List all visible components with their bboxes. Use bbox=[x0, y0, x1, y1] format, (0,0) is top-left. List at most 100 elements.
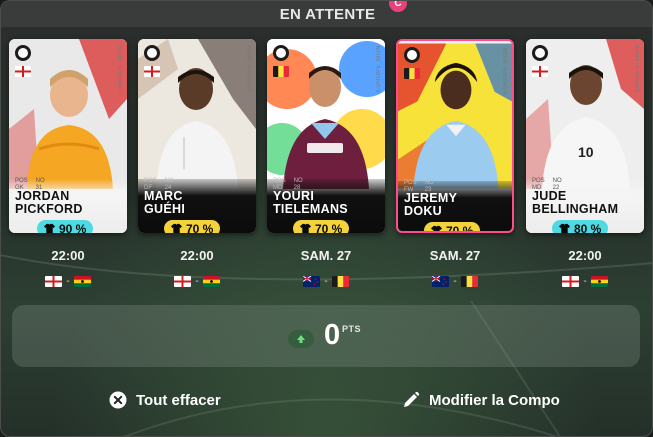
ownership-pill: 80 % bbox=[552, 220, 609, 234]
player-name: MARC GUÉHI bbox=[144, 190, 185, 216]
shirt-icon bbox=[300, 223, 311, 233]
player-name: JEREMY DOKU bbox=[404, 192, 457, 218]
svg-text:10: 10 bbox=[578, 144, 594, 160]
player-card-bellingham[interactable]: 10 EUROPE SIGN POS MD NO 22 JUDE BELLINGHA… bbox=[526, 39, 644, 233]
fixture-flags: - bbox=[267, 276, 385, 287]
ownership-pill: 70 % bbox=[164, 220, 221, 234]
belgium-flag-icon bbox=[331, 276, 349, 287]
clear-all-label: Tout effacer bbox=[136, 391, 221, 409]
card-brand: EUROPE SIGN bbox=[503, 47, 509, 95]
arrow-up-icon bbox=[297, 335, 305, 343]
ownership-percent: 80 % bbox=[574, 221, 602, 234]
edit-lineup-label: Modifier la Compo bbox=[429, 391, 560, 409]
ownership-percent: 70 % bbox=[186, 221, 214, 234]
player-last-name: BELLINGHAM bbox=[532, 202, 619, 216]
match-time: SAM. 27 bbox=[429, 248, 481, 263]
trend-badge bbox=[288, 330, 314, 348]
fixture-separator: - bbox=[195, 276, 199, 287]
england-flag-icon bbox=[15, 66, 31, 77]
shirt-icon bbox=[559, 223, 570, 233]
close-circle-icon bbox=[109, 391, 127, 409]
england-flag-icon bbox=[45, 276, 63, 287]
player-card-doku[interactable]: EUROPE SIGN POS FW NO 23 JEREMY DOKU 70 % bbox=[396, 39, 514, 233]
player-photo: 10 bbox=[526, 39, 644, 189]
england-flag-icon bbox=[144, 66, 160, 77]
shirt-icon bbox=[171, 223, 182, 233]
league-icon bbox=[15, 45, 31, 61]
ownership-percent: 70 % bbox=[315, 221, 343, 234]
belgium-flag-icon bbox=[460, 276, 478, 287]
num-label: NO bbox=[35, 178, 45, 184]
match-time: 22:00 bbox=[51, 248, 85, 263]
pos-label: POS bbox=[15, 178, 28, 184]
fixture-separator: - bbox=[324, 276, 328, 287]
card-brand: EUROPE SIGN bbox=[376, 45, 382, 93]
league-icon bbox=[532, 45, 548, 61]
match-flags: - - - - - bbox=[1, 276, 652, 292]
pencil-icon bbox=[404, 391, 420, 407]
fixture-separator: - bbox=[66, 276, 70, 287]
player-last-name: PICKFORD bbox=[15, 202, 83, 216]
player-card-guehi[interactable]: EUROPE SIGN POS DF NO 24 MARC GUÉHI 70 % bbox=[138, 39, 256, 233]
league-icon bbox=[144, 45, 160, 61]
belgium-flag-icon bbox=[273, 66, 289, 77]
ghana-flag-icon bbox=[73, 276, 91, 287]
player-name: JORDAN PICKFORD bbox=[15, 190, 83, 216]
ownership-percent: 70 % bbox=[446, 223, 474, 233]
shirt-icon bbox=[431, 225, 442, 231]
ownership-pill: 90 % bbox=[37, 220, 94, 234]
player-card-pickford[interactable]: EUROPE SIGN POS GK NO 31 JORDAN PICKFORD 9… bbox=[9, 39, 127, 233]
fixture-flags: - bbox=[138, 276, 256, 287]
ownership-pill: 70 % bbox=[424, 222, 481, 233]
match-time: SAM. 27 bbox=[300, 248, 352, 263]
player-photo bbox=[9, 39, 127, 189]
shirt-icon bbox=[44, 223, 55, 233]
num-label: NO bbox=[293, 178, 303, 184]
pos-label: POS bbox=[532, 178, 545, 184]
card-brand: EUROPE SIGN bbox=[247, 45, 253, 93]
player-card-tielemans[interactable]: EUROPE SIGN POS MD NO 28 YOURI TIELEMANS 7… bbox=[267, 39, 385, 233]
match-time: 22:00 bbox=[180, 248, 214, 263]
edit-lineup-button[interactable]: Modifier la Compo bbox=[402, 391, 560, 409]
belgium-flag-icon bbox=[404, 68, 420, 79]
england-flag-icon bbox=[174, 276, 192, 287]
player-last-name: TIELEMANS bbox=[273, 202, 348, 216]
league-icon bbox=[404, 47, 420, 63]
score-value: 0 bbox=[324, 319, 341, 351]
player-last-name: DOKU bbox=[404, 204, 443, 218]
match-times: 22:00 22:00 SAM. 27 SAM. 27 22:00 bbox=[1, 248, 652, 266]
pos-label: POS bbox=[273, 178, 286, 184]
pos-label: POS bbox=[144, 178, 157, 184]
player-name: JUDE BELLINGHAM bbox=[532, 190, 618, 216]
status-title: EN ATTENTE bbox=[1, 1, 652, 27]
player-photo bbox=[267, 39, 385, 189]
league-icon bbox=[273, 45, 289, 61]
num-label: NO bbox=[552, 178, 562, 184]
player-last-name: GUÉHI bbox=[144, 202, 186, 216]
fixture-flags: - bbox=[396, 276, 514, 287]
player-photo bbox=[138, 39, 256, 189]
ownership-pill: 70 % bbox=[293, 220, 350, 234]
ownership-percent: 90 % bbox=[59, 221, 87, 234]
player-name: YOURI TIELEMANS bbox=[273, 190, 348, 216]
num-label: NO bbox=[164, 178, 174, 184]
england-flag-icon bbox=[532, 66, 548, 77]
new-zealand-flag-icon bbox=[303, 276, 321, 287]
player-cards: EUROPE SIGN POS GK NO 31 JORDAN PICKFORD 9… bbox=[1, 39, 652, 239]
england-flag-icon bbox=[562, 276, 580, 287]
card-brand: EUROPE SIGN bbox=[118, 45, 124, 93]
fixture-separator: - bbox=[583, 276, 587, 287]
num-label: NO bbox=[424, 180, 434, 186]
ghana-flag-icon bbox=[590, 276, 608, 287]
player-photo bbox=[398, 43, 512, 189]
fixture-separator: - bbox=[453, 276, 457, 287]
fixture-flags: - bbox=[9, 276, 127, 287]
ghana-flag-icon bbox=[202, 276, 220, 287]
match-time: 22:00 bbox=[568, 248, 602, 263]
clear-all-button[interactable]: Tout effacer bbox=[109, 391, 221, 409]
score-unit: PTS bbox=[342, 324, 362, 334]
lineup-panel: EN ATTENTE C EUROPE SIGN POS GK NO 31 JO… bbox=[0, 0, 653, 437]
card-brand: EUROPE SIGN bbox=[635, 45, 641, 93]
pos-label: POS bbox=[404, 180, 417, 186]
fixture-flags: - bbox=[526, 276, 644, 287]
